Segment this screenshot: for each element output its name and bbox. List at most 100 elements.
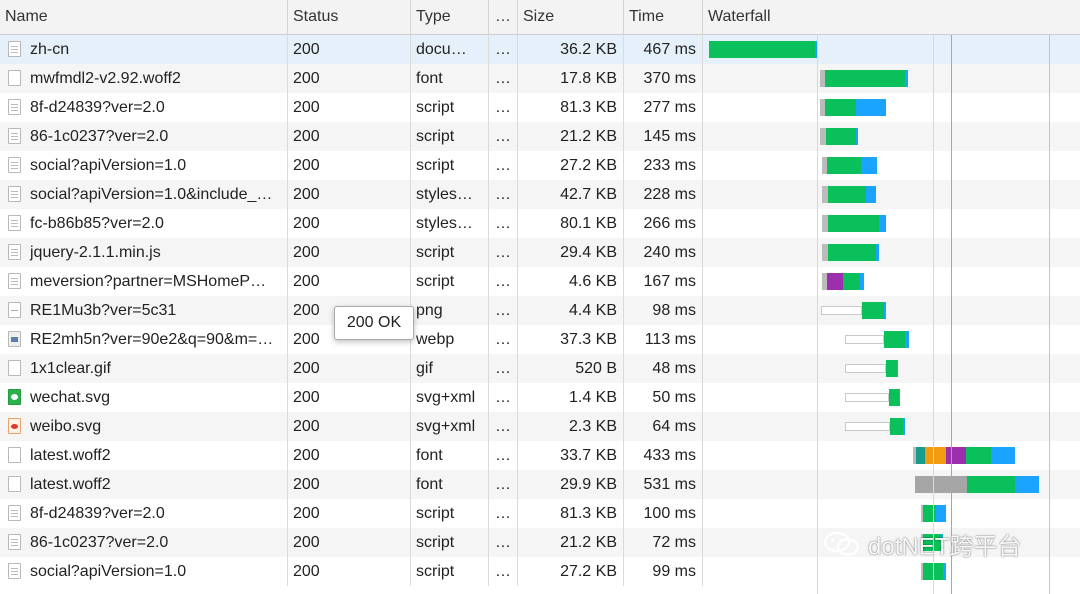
column-header-size[interactable]: Size: [518, 0, 624, 34]
request-type: script: [411, 238, 489, 267]
waterfall-bar-segment: [879, 215, 886, 232]
column-header-waterfall[interactable]: Waterfall: [703, 0, 1080, 34]
request-row[interactable]: meversion?partner=MSHomeP… 200 script… 4.6 …: [0, 267, 1080, 296]
waterfall-bar-segment: [827, 157, 861, 174]
request-time: 228 ms: [624, 180, 703, 209]
request-status: 200: [288, 64, 411, 93]
request-time: 266 ms: [624, 209, 703, 238]
request-name[interactable]: RE1Mu3b?ver=5c31: [0, 296, 288, 325]
document-icon: [8, 41, 21, 57]
request-name[interactable]: RE2mh5n?ver=90e2&q=90&m=…: [0, 325, 288, 354]
dom-content-loaded-marker: [951, 35, 952, 594]
column-header-time[interactable]: Time: [624, 0, 703, 34]
column-header-type[interactable]: Type: [411, 0, 489, 34]
request-name[interactable]: 8f-d24839?ver=2.0: [0, 499, 288, 528]
request-status: 200: [288, 267, 411, 296]
request-status: 200: [288, 151, 411, 180]
request-row[interactable]: zh-cn 200 docu…… 36.2 KB 467 ms: [0, 35, 1080, 64]
request-row[interactable]: social?apiVersion=1.0&include_… 200 styles…: [0, 180, 1080, 209]
stylesheet-icon: [8, 186, 21, 202]
request-name[interactable]: social?apiVersion=1.0: [0, 151, 288, 180]
request-row[interactable]: 8f-d24839?ver=2.0 200 script… 81.3 KB 277 ms: [0, 93, 1080, 122]
request-row[interactable]: social?apiVersion=1.0 200 script… 27.2 KB 99…: [0, 557, 1080, 586]
waterfall-bar-segment: [936, 505, 946, 522]
request-list: zh-cn 200 docu…… 36.2 KB 467 ms mwfmdl2-v2.92…: [0, 35, 1080, 594]
request-more: …: [489, 383, 518, 412]
request-name[interactable]: social?apiVersion=1.0&include_…: [0, 180, 288, 209]
request-name[interactable]: 86-1c0237?ver=2.0: [0, 528, 288, 557]
waterfall-bar-segment: [915, 476, 967, 493]
request-name[interactable]: meversion?partner=MSHomeP…: [0, 267, 288, 296]
load-event-marker: [1049, 35, 1050, 594]
request-status: 200: [288, 470, 411, 499]
request-status: 200: [288, 354, 411, 383]
waterfall-bar-segment: [946, 447, 966, 464]
request-more: …: [489, 296, 518, 325]
request-name[interactable]: latest.woff2: [0, 441, 288, 470]
request-name[interactable]: zh-cn: [0, 35, 288, 64]
waterfall-bar-segment: [866, 186, 876, 203]
request-time: 72 ms: [624, 528, 703, 557]
request-name[interactable]: weibo.svg: [0, 412, 288, 441]
request-size: 520 B: [518, 354, 624, 383]
request-row[interactable]: 1x1clear.gif 200 gif… 520 B 48 ms: [0, 354, 1080, 383]
request-more: …: [489, 238, 518, 267]
request-type: docu…: [411, 35, 489, 64]
request-time: 167 ms: [624, 267, 703, 296]
request-time: 100 ms: [624, 499, 703, 528]
request-type: script: [411, 267, 489, 296]
waterfall-bar-segment: [905, 331, 909, 348]
network-table-header: Name Status Type … Size Time Waterfall: [0, 0, 1080, 35]
file-icon: [8, 70, 21, 86]
request-name[interactable]: fc-b86b85?ver=2.0: [0, 209, 288, 238]
request-type: font: [411, 470, 489, 499]
request-row[interactable]: wechat.svg 200 svg+xml… 1.4 KB 50 ms: [0, 383, 1080, 412]
waterfall-bar-segment: [967, 476, 1015, 493]
request-row[interactable]: jquery-2.1.1.min.js 200 script… 29.4 KB 240 …: [0, 238, 1080, 267]
request-name[interactable]: wechat.svg: [0, 383, 288, 412]
column-header-more[interactable]: …: [489, 0, 518, 34]
request-row[interactable]: social?apiVersion=1.0 200 script… 27.2 KB 23…: [0, 151, 1080, 180]
request-row[interactable]: mwfmdl2-v2.92.woff2 200 font… 17.8 KB 370 ms: [0, 64, 1080, 93]
request-row[interactable]: 8f-d24839?ver=2.0 200 script… 81.3 KB 100 ms: [0, 499, 1080, 528]
request-status: 200: [288, 209, 411, 238]
column-header-status[interactable]: Status: [288, 0, 411, 34]
wechat-logo-icon: [822, 531, 862, 565]
request-more: …: [489, 528, 518, 557]
request-name[interactable]: 86-1c0237?ver=2.0: [0, 122, 288, 151]
waterfall-bar-segment: [845, 422, 890, 431]
request-size: 2.3 KB: [518, 412, 624, 441]
request-name[interactable]: 8f-d24839?ver=2.0: [0, 93, 288, 122]
request-size: 1.4 KB: [518, 383, 624, 412]
request-more: …: [489, 209, 518, 238]
request-size: 21.2 KB: [518, 528, 624, 557]
request-more: …: [489, 267, 518, 296]
request-time: 50 ms: [624, 383, 703, 412]
waterfall-bar-segment: [884, 302, 886, 319]
request-size: 29.4 KB: [518, 238, 624, 267]
request-row[interactable]: latest.woff2 200 font… 29.9 KB 531 ms: [0, 470, 1080, 499]
request-status: 200: [288, 180, 411, 209]
request-status: 200: [288, 35, 411, 64]
request-row[interactable]: RE2mh5n?ver=90e2&q=90&m=… 200 webp… 37.3 KB…: [0, 325, 1080, 354]
request-name[interactable]: social?apiVersion=1.0: [0, 557, 288, 586]
request-name[interactable]: mwfmdl2-v2.92.woff2: [0, 64, 288, 93]
request-type: styles…: [411, 209, 489, 238]
request-size: 42.7 KB: [518, 180, 624, 209]
request-more: …: [489, 325, 518, 354]
file-icon: [8, 447, 21, 463]
request-name[interactable]: 1x1clear.gif: [0, 354, 288, 383]
request-name[interactable]: latest.woff2: [0, 470, 288, 499]
request-type: script: [411, 557, 489, 586]
request-more: …: [489, 35, 518, 64]
request-row[interactable]: RE1Mu3b?ver=5c31 200 png… 4.4 KB 98 ms: [0, 296, 1080, 325]
request-name[interactable]: jquery-2.1.1.min.js: [0, 238, 288, 267]
status-tooltip: 200 OK: [334, 306, 414, 340]
request-row[interactable]: weibo.svg 200 svg+xml… 2.3 KB 64 ms: [0, 412, 1080, 441]
request-row[interactable]: fc-b86b85?ver=2.0 200 styles…… 80.1 KB 266 m…: [0, 209, 1080, 238]
request-status: 200: [288, 238, 411, 267]
request-row[interactable]: 86-1c0237?ver=2.0 200 script… 21.2 KB 145 ms: [0, 122, 1080, 151]
column-header-name[interactable]: Name: [0, 0, 288, 34]
request-more: …: [489, 470, 518, 499]
request-row[interactable]: latest.woff2 200 font… 33.7 KB 433 ms: [0, 441, 1080, 470]
